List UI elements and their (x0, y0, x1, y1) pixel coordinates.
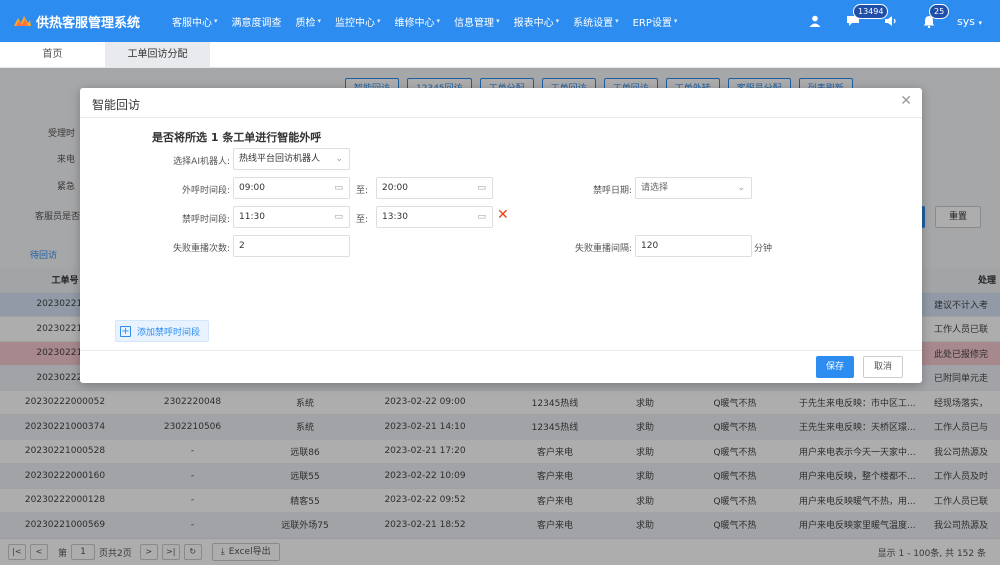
bell-icon[interactable]: 25 (915, 0, 950, 42)
add-no-call-range-button[interactable]: + 添加禁呼时间段 (115, 320, 210, 342)
chevron-down-icon: ▾ (615, 17, 619, 25)
call-time-label: 外呼时间段: (181, 186, 230, 196)
speaker-icon[interactable] (877, 0, 905, 42)
calendar-icon: ▭ (477, 183, 486, 193)
nav-item-quality-check[interactable]: 质检 ▾ (289, 14, 329, 29)
nav-item-report-center[interactable]: 报表中心 ▾ (507, 14, 567, 29)
tab-ticket-revisit-assignment[interactable]: 工单回访分配 (105, 42, 210, 67)
top-navbar: 供热客服管理系统 客服中心 ▾ 满意度调查 质检 ▾ 监控中心 ▾ 维修中心 ▾ 信息管… (0, 0, 1000, 42)
retry-interval-input[interactable]: 120 (635, 235, 752, 257)
user-icon[interactable] (801, 0, 829, 42)
retry-count-input[interactable]: 2 (233, 235, 350, 257)
main-nav: 客服中心 ▾ 满意度调查 质检 ▾ 监控中心 ▾ 维修中心 ▾ 信息管理 ▾ 报表中心 ▾ … (165, 14, 684, 29)
header-right: 13494 25 sys ▾ (791, 0, 1000, 42)
divider (80, 117, 922, 118)
retry-interval-label: 失败重播间隔: (574, 244, 632, 254)
smart-revisit-dialog: 智能回访 ✕ 是否将所选 1 条工单进行智能外呼 选择AI机器人: 热线平台回访… (80, 88, 922, 383)
notifications-badge: 25 (929, 4, 950, 19)
nav-item-customer-center[interactable]: 客服中心 ▾ (165, 14, 225, 29)
chat-icon[interactable]: 13494 (839, 0, 889, 42)
call-end-time-input[interactable]: 20:00 ▭ (376, 177, 493, 199)
nav-item-erp-settings[interactable]: ERP设置 ▾ (626, 14, 685, 29)
calendar-icon: ▭ (477, 212, 486, 222)
tab-home[interactable]: 首页 (0, 42, 105, 67)
no-call-date-select[interactable]: 请选择 ⌄ (635, 177, 752, 199)
chevron-down-icon: ▾ (673, 17, 678, 25)
chevron-down-icon: ⌄ (737, 183, 745, 193)
app-title: 供热客服管理系统 (36, 15, 141, 31)
calendar-icon: ▭ (334, 212, 343, 222)
page-tabs: 首页 工单回访分配 (0, 42, 1000, 68)
chevron-down-icon: ▾ (317, 17, 322, 25)
no-call-start-time-input[interactable]: 11:30 ▭ (233, 206, 350, 228)
chevron-down-icon: ▾ (436, 17, 441, 25)
chevron-down-icon: ▾ (377, 17, 381, 25)
cancel-button[interactable]: 取消 (863, 356, 903, 378)
delete-time-range-icon[interactable]: ✕ (497, 207, 509, 223)
retry-interval-unit: 分钟 (754, 244, 773, 254)
nav-item-satisfaction-survey[interactable]: 满意度调查 (225, 14, 289, 29)
to-label: 至: (356, 215, 369, 225)
nav-item-repair-center[interactable]: 维修中心 ▾ (388, 14, 448, 29)
nav-item-info-management[interactable]: 信息管理 ▾ (447, 14, 507, 29)
confirm-message: 是否将所选 1 条工单进行智能外呼 (152, 131, 322, 144)
close-icon[interactable]: ✕ (900, 93, 912, 109)
chevron-down-icon: ▾ (214, 17, 218, 25)
no-call-date-label: 禁呼日期: (592, 186, 632, 196)
chevron-down-icon: ⌄ (335, 154, 343, 164)
dialog-title: 智能回访 (92, 98, 141, 112)
retry-count-label: 失败重播次数: (172, 244, 230, 254)
nav-item-monitor-center[interactable]: 监控中心 ▾ (328, 14, 388, 29)
robot-select[interactable]: 热线平台回访机器人 ⌄ (233, 148, 350, 170)
calendar-icon: ▭ (334, 183, 343, 193)
robot-label: 选择AI机器人: (173, 157, 230, 167)
no-call-end-time-input[interactable]: 13:30 ▭ (376, 206, 493, 228)
to-label: 至: (356, 186, 369, 196)
divider (80, 350, 922, 351)
user-menu[interactable]: sys ▾ (957, 15, 982, 28)
nav-item-system-settings[interactable]: 系统设置 ▾ (566, 14, 626, 29)
call-start-time-input[interactable]: 09:00 ▭ (233, 177, 350, 199)
chevron-down-icon: ▾ (496, 17, 500, 25)
chevron-down-icon: ▾ (555, 17, 560, 25)
chevron-down-icon: ▾ (978, 18, 982, 27)
no-call-time-label: 禁呼时间段: (181, 215, 230, 225)
app-logo[interactable]: 供热客服管理系统 (0, 12, 160, 31)
plus-icon: + (120, 325, 131, 337)
save-button[interactable]: 保存 (816, 356, 854, 378)
logo-icon (14, 16, 31, 26)
